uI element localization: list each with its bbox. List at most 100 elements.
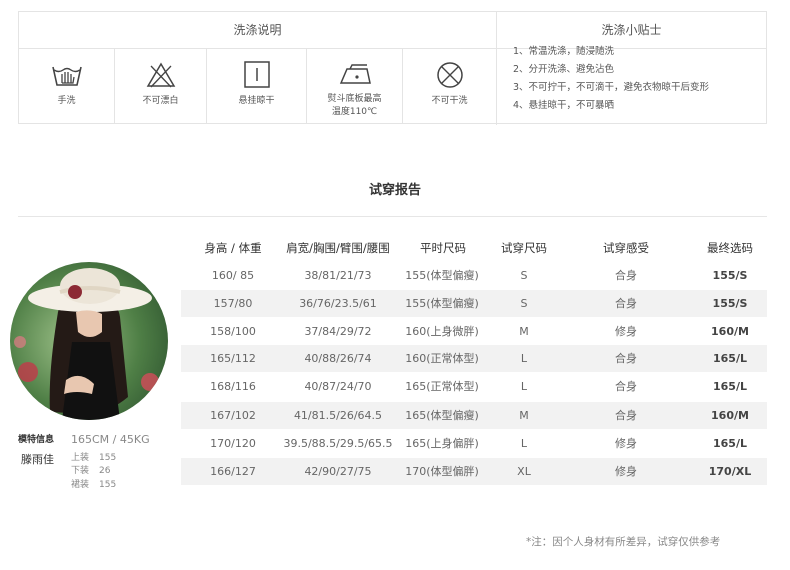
model-info-label: 模特信息	[18, 435, 55, 445]
table-row: 168/116 40/87/24/70 165(正常体型) L 合身 165/L	[181, 373, 767, 400]
model-size-bottom: 下装 26	[71, 463, 110, 476]
cell-tried-size: S	[520, 297, 528, 310]
care-item-hand-wash: 手洗	[19, 48, 114, 124]
footnote: *注：因个人身材有所差异，试穿仅供参考	[526, 536, 721, 548]
cell-height-weight: 168/116	[210, 380, 256, 393]
cell-usual-size: 160(正常体型)	[405, 352, 479, 365]
cell-fit-feeling: 修身	[615, 437, 637, 450]
cell-usual-size: 155(体型偏瘦)	[405, 269, 479, 282]
cell-height-weight: 167/102	[210, 409, 256, 422]
cell-height-weight: 170/120	[210, 437, 256, 450]
care-item-no-bleach: 不可漂白	[115, 48, 206, 124]
model-height-weight: 165CM / 45KG	[71, 433, 150, 446]
table-row: 170/120 39.5/88.5/29.5/65.5 165(上身偏胖) L 修身 16…	[181, 430, 767, 457]
model-size-top: 上装 155	[71, 450, 116, 463]
size-value: 155	[99, 453, 117, 463]
no-bleach-icon	[146, 62, 175, 88]
cell-measurements: 39.5/88.5/29.5/65.5	[283, 437, 393, 450]
care-item-iron: 熨斗底板最高 温度110℃	[307, 48, 402, 124]
cell-tried-size: S	[520, 269, 528, 282]
no-dry-clean-icon	[436, 62, 463, 88]
header-final-size: 最终选码	[707, 241, 753, 255]
model-name: 滕雨佳	[21, 453, 54, 466]
hang-dry-icon	[243, 61, 270, 88]
care-label-temp: 温度110℃	[331, 107, 378, 117]
cell-height-weight: 160/ 85	[211, 269, 255, 282]
cell-measurements: 36/76/23.5/61	[299, 297, 377, 310]
cell-tried-size: L	[520, 380, 528, 393]
cell-height-weight: 158/100	[210, 325, 256, 338]
cell-fit-feeling: 合身	[615, 297, 637, 310]
care-item-no-dry-clean: 不可干洗	[403, 48, 496, 124]
care-label: 不可干洗	[431, 96, 468, 106]
cell-fit-feeling: 修身	[615, 465, 637, 478]
cell-fit-feeling: 合身	[615, 269, 637, 282]
cell-final-size: 165/L	[713, 380, 747, 393]
wash-tip: 1、常温洗涤，随浸随洗	[513, 46, 615, 57]
cell-tried-size: M	[519, 409, 529, 422]
header-tried-size: 试穿尺码	[501, 241, 547, 255]
care-label: 悬挂晾干	[238, 96, 275, 106]
header-measurements: 肩宽/胸围/臂围/腰围	[286, 241, 390, 255]
size-part: 下装	[71, 466, 90, 476]
header-usual-size: 平时尺码	[420, 241, 466, 255]
cell-tried-size: L	[520, 437, 528, 450]
care-item-hang-dry: 悬挂晾干	[207, 48, 306, 124]
cell-measurements: 41/81.5/26/64.5	[293, 409, 383, 422]
cell-fit-feeling: 合身	[615, 380, 637, 393]
cell-measurements: 40/88/26/74	[304, 352, 372, 365]
cell-usual-size: 160(上身微胖)	[405, 325, 479, 338]
model-size-skirt: 裙装 155	[71, 477, 116, 490]
cell-final-size: 165/L	[713, 352, 747, 365]
cell-usual-size: 165(上身偏胖)	[405, 437, 479, 450]
cell-measurements: 37/84/29/72	[304, 325, 372, 338]
cell-height-weight: 157/80	[213, 297, 253, 310]
size-value: 155	[99, 480, 117, 490]
hand-wash-icon	[51, 66, 82, 86]
cell-height-weight: 165/112	[210, 352, 256, 365]
care-label: 熨斗底板最高	[327, 94, 382, 104]
wash-tip: 4、悬挂晾干，不可暴晒	[513, 100, 615, 111]
table-row: 160/ 85 38/81/21/73 155(体型偏瘦) S 合身 155/S	[181, 262, 767, 289]
model-photo	[10, 262, 168, 420]
cell-measurements: 40/87/24/70	[304, 380, 372, 393]
size-value: 26	[99, 466, 111, 476]
care-label: 手洗	[57, 96, 76, 106]
table-row: 157/80 36/76/23.5/61 155(体型偏瘦) S 合身 155/S	[181, 290, 767, 317]
cell-tried-size: M	[519, 325, 529, 338]
cell-final-size: 165/L	[713, 437, 747, 450]
size-part: 上装	[71, 453, 90, 463]
report-title: 试穿报告	[368, 183, 421, 198]
cell-final-size: 160/M	[711, 409, 749, 422]
cell-measurements: 38/81/21/73	[304, 269, 372, 282]
cell-fit-feeling: 合身	[615, 409, 637, 422]
table-row: 166/127 42/90/27/75 170(体型偏胖) XL 修身 170/XL	[181, 458, 767, 485]
cell-final-size: 170/XL	[708, 465, 752, 478]
report-divider	[18, 216, 767, 217]
wash-instructions-title: 洗涤说明	[233, 23, 282, 37]
header-height-weight: 身高 / 体重	[204, 241, 262, 255]
cell-usual-size: 170(体型偏胖)	[405, 465, 479, 478]
table-row: 158/100 37/84/29/72 160(上身微胖) M 修身 160/M	[181, 318, 767, 345]
divider	[496, 12, 497, 125]
cell-measurements: 42/90/27/75	[304, 465, 372, 478]
cell-usual-size: 165(正常体型)	[405, 380, 479, 393]
cell-final-size: 155/S	[712, 297, 748, 310]
size-part: 裙装	[71, 480, 90, 490]
wash-tip: 2、分开洗涤、避免沾色	[513, 64, 615, 75]
wash-tips-list: 1、常温洗涤，随浸随洗 2、分开洗涤、避免沾色 3、不可拧干，不可滴干，避免衣物…	[513, 43, 753, 115]
cell-fit-feeling: 合身	[615, 352, 637, 365]
cell-final-size: 160/M	[711, 325, 749, 338]
cell-usual-size: 165(体型偏瘦)	[405, 409, 479, 422]
header-fit-feeling: 试穿感受	[603, 241, 649, 255]
cell-fit-feeling: 修身	[615, 325, 637, 338]
wash-tip: 3、不可拧干，不可滴干，避免衣物晾干后变形	[513, 82, 710, 93]
cell-height-weight: 166/127	[210, 465, 256, 478]
cell-tried-size: XL	[517, 465, 531, 478]
cell-usual-size: 155(体型偏瘦)	[405, 297, 479, 310]
care-label: 不可漂白	[142, 96, 179, 106]
table-row: 167/102 41/81.5/26/64.5 165(体型偏瘦) M 合身 160/M	[181, 402, 767, 429]
cell-final-size: 155/S	[712, 269, 748, 282]
table-row: 165/112 40/88/26/74 160(正常体型) L 合身 165/L	[181, 345, 767, 372]
iron-icon	[339, 64, 371, 84]
